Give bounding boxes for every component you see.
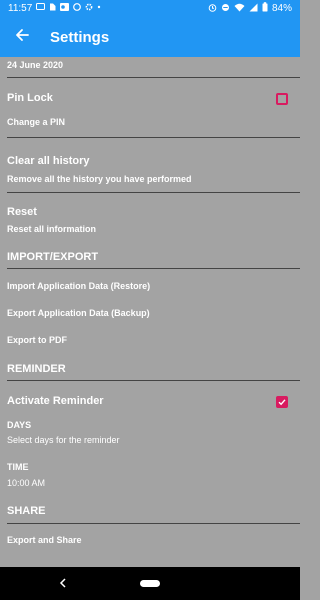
status-right: 84% (208, 2, 292, 15)
signal-icon (249, 3, 258, 15)
divider (7, 77, 300, 78)
import-restore-item[interactable]: Import Application Data (Restore) (7, 281, 150, 291)
clear-history-title[interactable]: Clear all history (7, 155, 90, 167)
export-pdf-item[interactable]: Export to PDF (7, 335, 67, 345)
divider (7, 523, 300, 524)
activate-reminder-label: Activate Reminder (7, 395, 104, 407)
status-time: 11:57 (8, 3, 33, 14)
time-value: 10:00 AM (7, 478, 46, 488)
back-button[interactable] (2, 17, 42, 57)
reset-title[interactable]: Reset (7, 206, 37, 218)
change-pin-item[interactable]: Change a PIN (7, 117, 65, 127)
home-pill-icon[interactable] (140, 580, 160, 587)
whatsapp-icon (73, 3, 82, 14)
time-label[interactable]: TIME (7, 462, 29, 472)
alarm-icon (208, 3, 217, 15)
divider (7, 380, 300, 381)
battery-icon (262, 2, 268, 15)
divider (7, 137, 300, 138)
page-title: Settings (50, 28, 110, 46)
settings-list[interactable]: 24 June 2020 Pin Lock Change a PIN Clear… (0, 57, 300, 567)
export-backup-item[interactable]: Export Application Data (Backup) (7, 308, 150, 318)
arrow-left-icon (15, 28, 29, 47)
dot-icon (97, 3, 101, 14)
chevron-left-icon[interactable] (58, 576, 68, 594)
date-value[interactable]: 24 June 2020 (7, 60, 63, 70)
status-bar: 11:57 84% (0, 0, 300, 17)
days-subtitle: Select days for the reminder (7, 435, 120, 445)
reminder-heading: REMINDER (7, 363, 66, 375)
sim-icon (49, 3, 56, 14)
divider (7, 268, 300, 269)
battery-percent: 84% (271, 3, 292, 14)
gear-icon (85, 3, 93, 14)
divider (7, 192, 300, 193)
days-label[interactable]: DAYS (7, 420, 31, 430)
sms-icon (36, 3, 46, 14)
reset-subtitle: Reset all information (7, 224, 97, 234)
status-left: 11:57 (8, 3, 101, 14)
do-not-disturb-icon (221, 3, 230, 15)
clear-history-subtitle: Remove all the history you have performe… (7, 174, 192, 184)
pin-lock-label: Pin Lock (7, 92, 53, 104)
export-share-item[interactable]: Export and Share (7, 535, 82, 545)
app-bar: Settings (0, 17, 300, 57)
import-export-heading: IMPORT/EXPORT (7, 251, 99, 263)
activate-reminder-checkbox[interactable] (276, 396, 288, 408)
pin-lock-checkbox[interactable] (276, 93, 288, 105)
navigation-bar (0, 567, 300, 600)
outlook-icon (60, 3, 70, 14)
share-heading: SHARE (7, 505, 46, 517)
wifi-icon (234, 3, 245, 15)
